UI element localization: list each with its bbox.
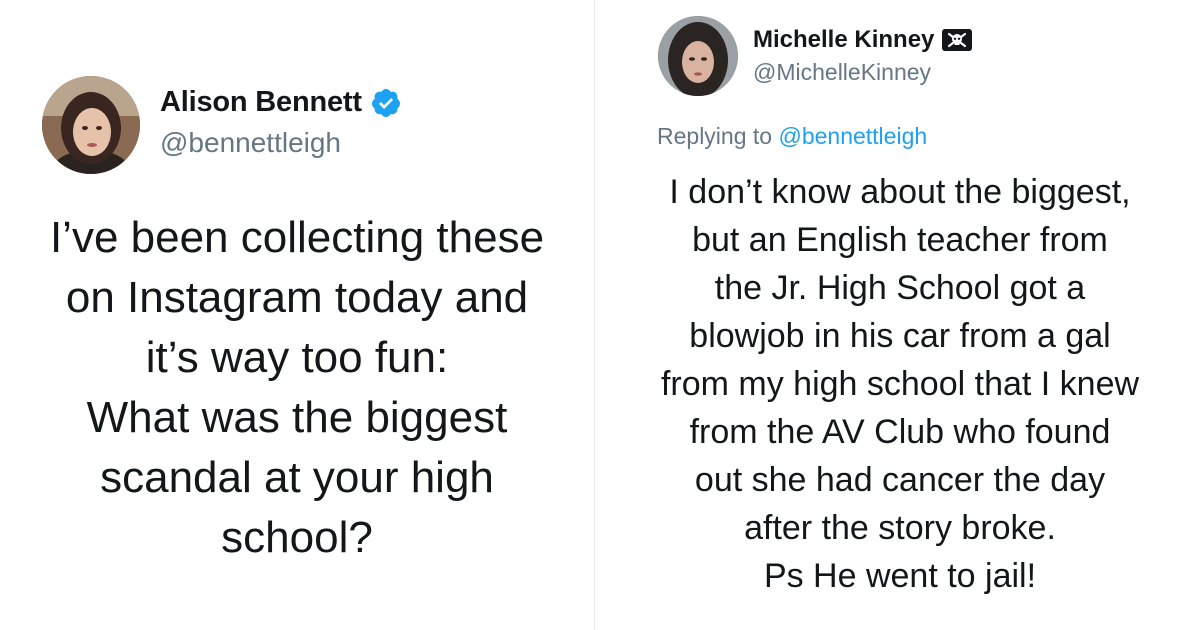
tweet-line: from the AV Club who found <box>689 413 1111 451</box>
tweet-line: Ps He went to jail! <box>763 557 1037 595</box>
tweet-line: but an English teacher from <box>692 221 1108 259</box>
avatar-photo <box>658 16 738 96</box>
tweet-line: out she had cancer the day <box>694 461 1106 499</box>
handle[interactable]: @bennettleigh <box>160 127 341 159</box>
avatar[interactable] <box>658 16 738 96</box>
handle[interactable]: @MichelleKinney <box>753 59 931 86</box>
mention-link[interactable]: @bennettleigh <box>778 123 927 149</box>
tweet-line: What was the biggest <box>86 393 508 442</box>
tweet-line: blowjob in his car from a gal <box>689 317 1111 355</box>
tweet-text: I don’t know about the biggest, but an E… <box>615 168 1185 600</box>
original-tweet: Alison Bennett @bennettleigh I’ve been c… <box>0 0 594 630</box>
avatar-photo <box>42 76 140 174</box>
tweet-line: I’ve been collecting these <box>49 213 545 262</box>
tweet-comparison-card: Alison Bennett @bennettleigh I’ve been c… <box>0 0 1200 630</box>
tweet-line: on Instagram today and <box>65 273 529 322</box>
skull-crossbones-icon <box>942 29 973 51</box>
tweet-line: school? <box>221 513 373 562</box>
replying-to: Replying to @bennettleigh <box>657 123 927 150</box>
tweet-line: the Jr. High School got a <box>714 269 1086 307</box>
tweet-line: I don’t know about the biggest, <box>669 173 1131 211</box>
verified-badge-icon <box>371 88 400 117</box>
replying-to-label: Replying to <box>657 123 773 149</box>
display-name[interactable]: Michelle Kinney <box>753 26 934 54</box>
tweet-line: after the story broke. <box>744 509 1056 547</box>
tweet-line: from my high school that I knew <box>660 365 1140 403</box>
tweet-line: scandal at your high <box>100 453 494 502</box>
display-name[interactable]: Alison Bennett <box>160 86 362 119</box>
tweet-line: it’s way too fun: <box>145 333 449 382</box>
reply-tweet: Michelle Kinney @MichelleKinney Replying… <box>595 0 1200 630</box>
tweet-text: I’ve been collecting these on Instagram … <box>20 208 574 568</box>
avatar[interactable] <box>42 76 140 174</box>
